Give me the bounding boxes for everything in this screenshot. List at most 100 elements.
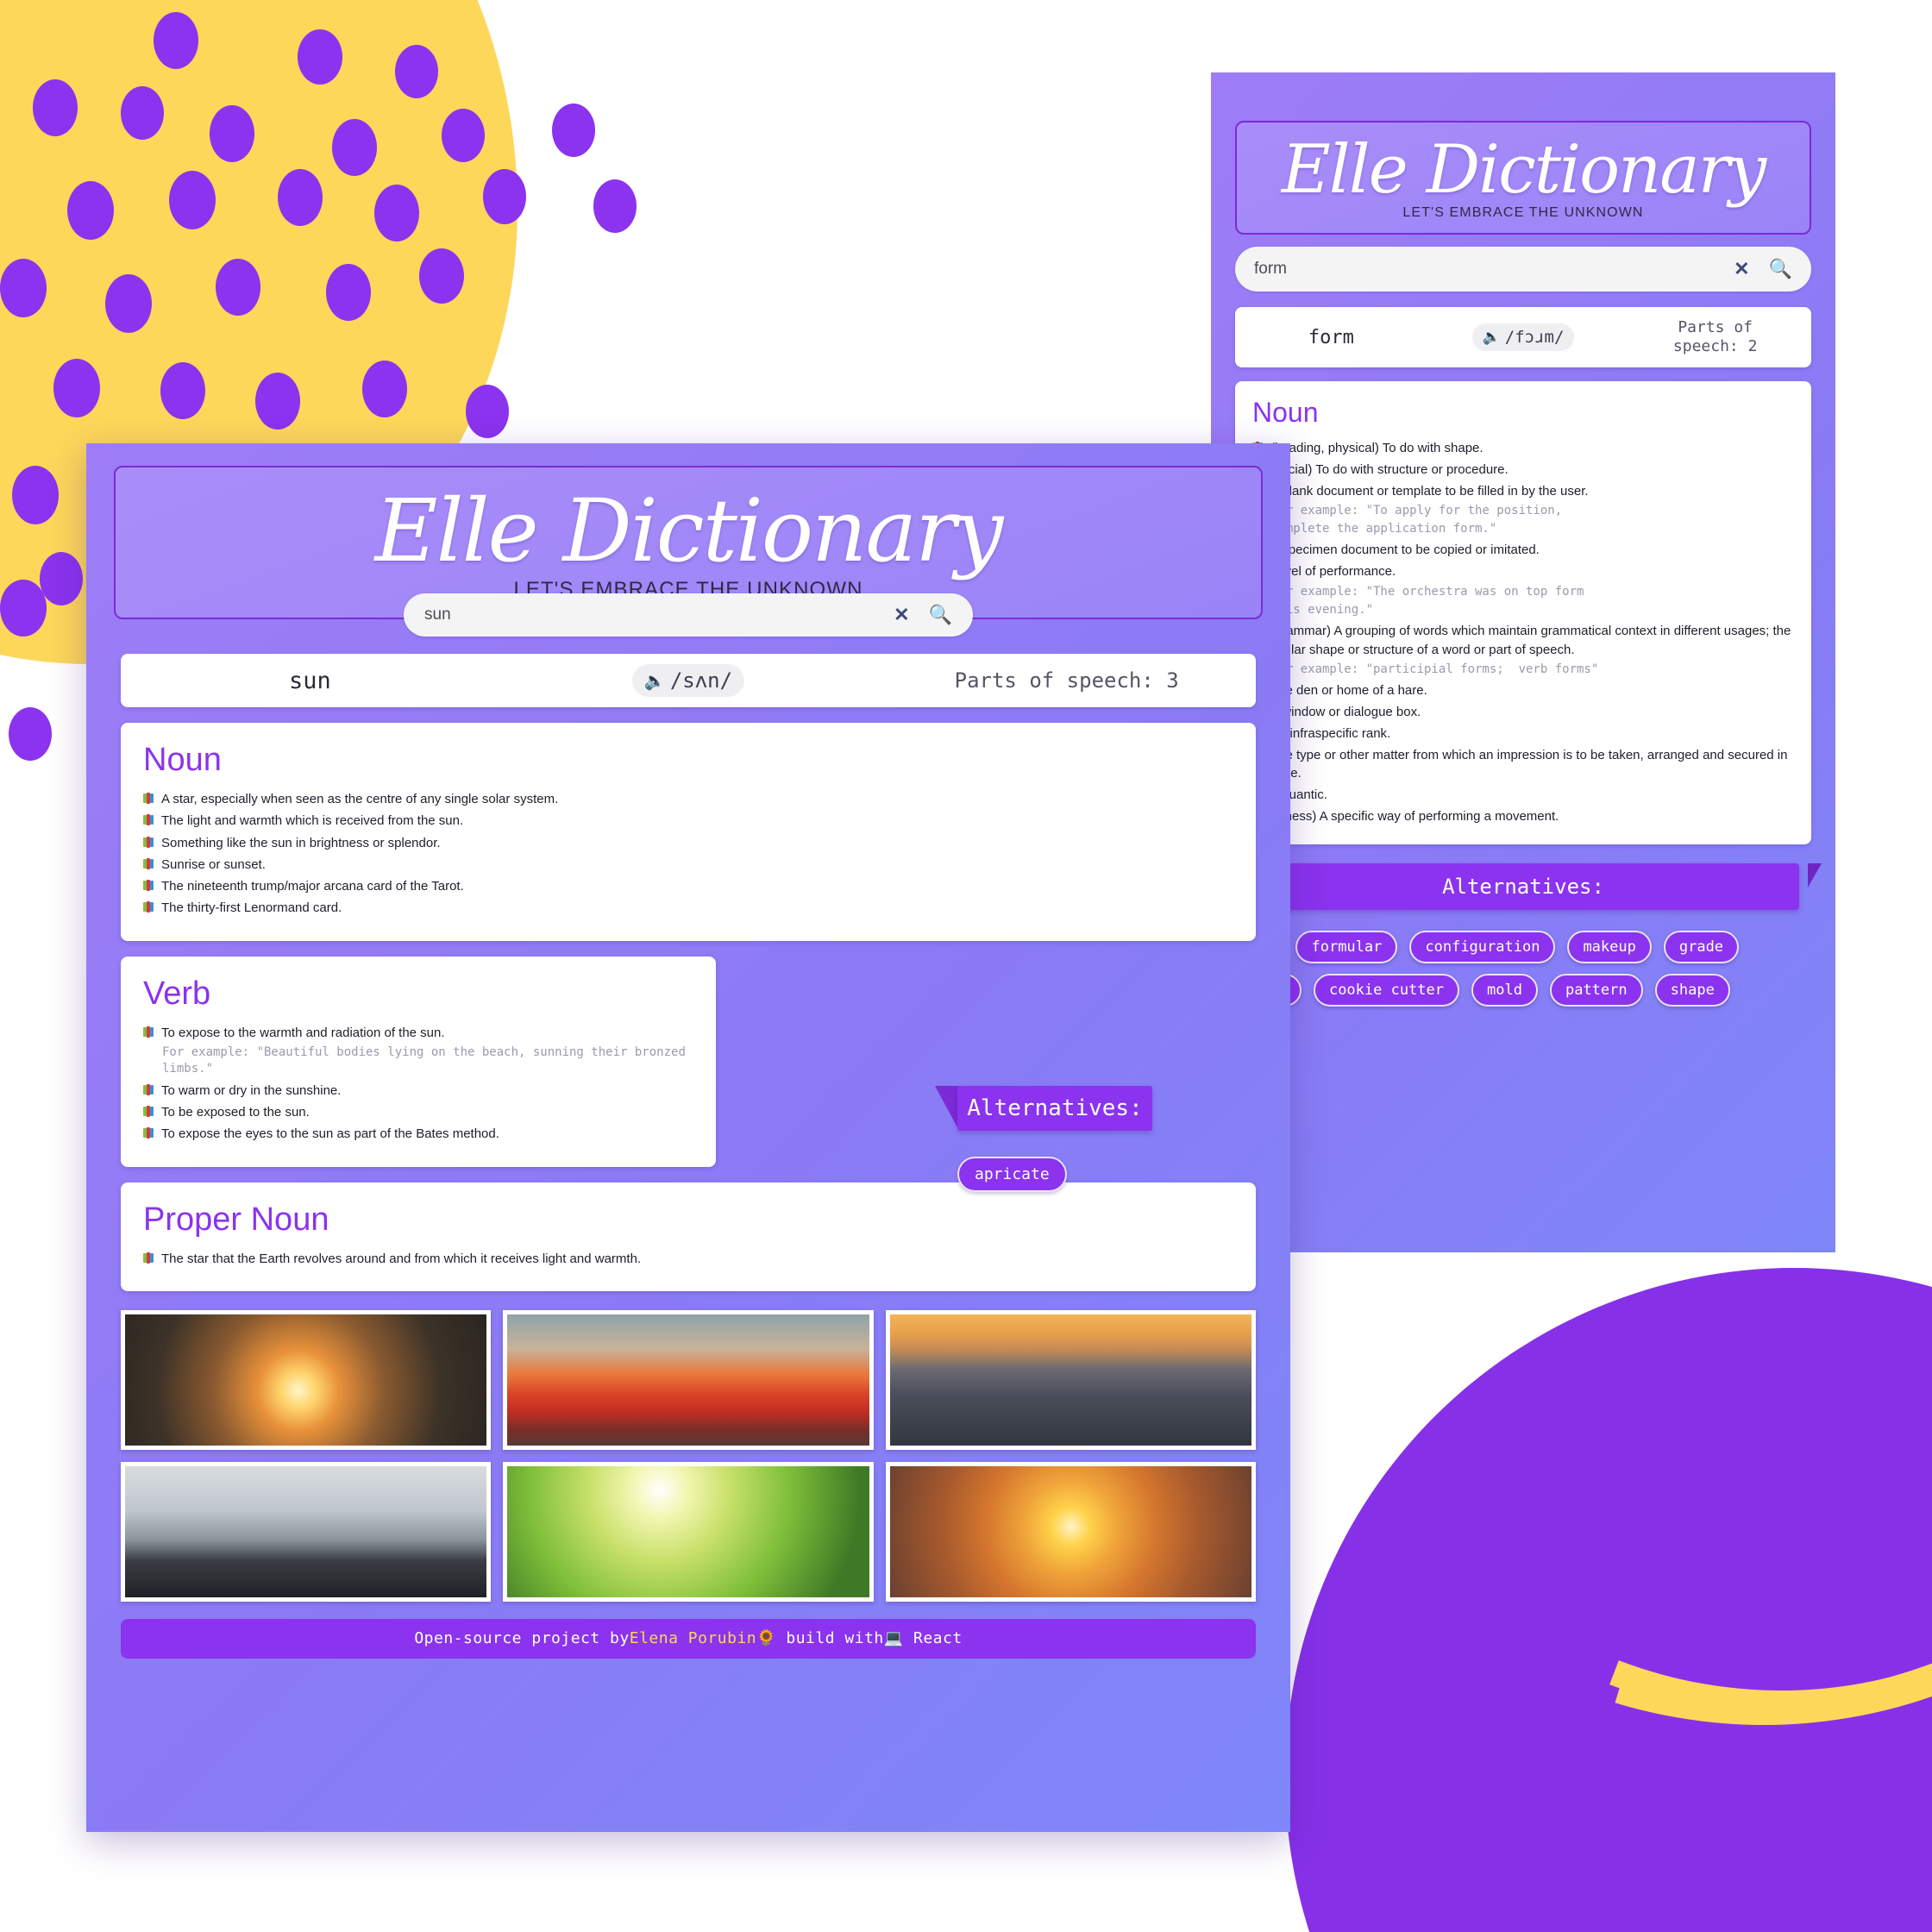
pronunciation-cell[interactable]: 🔈 /fɔɹm/ <box>1427 323 1620 351</box>
definition-item: The type or other matter from which an i… <box>1252 746 1794 784</box>
bullet-book-icon <box>143 1026 158 1038</box>
definition-text: The light and warmth which is received f… <box>161 813 464 829</box>
pronunciation-cell-main[interactable]: 🔈 /sʌn/ <box>499 664 878 697</box>
bullet-book-icon <box>143 901 158 913</box>
alternatives-chip-list-form: f.formularconfigurationmakeupgradecastco… <box>1235 930 1811 1007</box>
alternatives-chip-list-main: apricate <box>957 1157 1242 1192</box>
definition-text: The thirty-first Lenormand card. <box>161 900 342 916</box>
definition-item: (social) To do with structure or procedu… <box>1252 461 1794 480</box>
definition-item: Level of performance.For example: "The o… <box>1252 562 1794 619</box>
search-icon[interactable]: 🔍 <box>1769 260 1792 279</box>
footer-mid: 🌻 build with <box>756 1629 884 1648</box>
pos-card: Proper Noun The star that the Earth revol… <box>121 1182 1256 1291</box>
image-golden-sunset-over-mountains <box>889 1465 1251 1597</box>
image-thumbnail[interactable] <box>503 1461 874 1602</box>
definitions-container-form: Noun (heading, physical) To do with shape… <box>1235 381 1811 844</box>
bullet-book-icon <box>143 1106 158 1118</box>
phonetic-text-main: /sʌn/ <box>669 668 733 693</box>
image-thumbnail[interactable] <box>121 1461 492 1602</box>
alternatives-label-form: Alternatives: <box>1247 862 1799 910</box>
definition-text: (social) To do with structure or procedu… <box>1270 461 1509 477</box>
image-thumbnail[interactable] <box>885 1461 1256 1602</box>
image-thumbnail[interactable] <box>503 1309 874 1450</box>
definition-item: The thirty-first Lenormand card. <box>143 900 1233 917</box>
alternative-chip[interactable]: grade <box>1663 930 1740 963</box>
definition-item: (heading, physical) To do with shape. <box>1252 439 1794 458</box>
definition-text: To expose the eyes to the sun as part of… <box>161 1126 499 1142</box>
definition-item: A window or dialogue box. <box>1252 703 1794 722</box>
definition-text: (fitness) A specific way of performing a… <box>1270 808 1559 824</box>
word-title: form <box>1308 326 1354 348</box>
brand-logo-main: Elle Dictionary <box>374 480 1004 581</box>
definitions-container-main: Noun A star, especially when seen as the … <box>121 723 1256 1291</box>
pos-title: Noun <box>1252 397 1319 428</box>
definition-example: For example: "To apply for the position,… <box>1271 504 1563 536</box>
definition-item: An infraspecific rank. <box>1252 724 1794 743</box>
search-bar-main[interactable]: sun ✕ 🔍 <box>404 593 973 637</box>
definition-text: A star, especially when seen as the cent… <box>161 792 559 806</box>
alternative-chip[interactable]: shape <box>1654 973 1730 1007</box>
close-icon[interactable]: ✕ <box>894 604 909 626</box>
definition-text: (heading, physical) To do with shape. <box>1270 441 1484 455</box>
definition-item: A star, especially when seen as the cent… <box>143 791 1233 808</box>
image-thumbnail[interactable] <box>121 1309 492 1450</box>
image-sunlit-meadow-with-daisies <box>507 1465 869 1597</box>
bullet-book-icon <box>143 857 158 869</box>
image-blurred-red-sunset-horizon <box>507 1314 869 1446</box>
definition-text: To be exposed to the sun. <box>161 1105 310 1120</box>
definition-text: A blank document or template to be fille… <box>1270 483 1589 499</box>
brand-logo: Elle Dictionary <box>1281 131 1766 209</box>
definition-list: A star, especially when seen as the cent… <box>143 791 1233 918</box>
alternatives-block-form: Alternatives: f.formularconfigurationmak… <box>1225 862 1822 1007</box>
definition-item: To expose to the warmth and radiation of… <box>143 1025 693 1078</box>
definition-item: The star that the Earth revolves around … <box>143 1251 1233 1268</box>
bullet-book-icon <box>143 836 158 848</box>
search-bar-form[interactable]: form ✕ 🔍 <box>1235 247 1811 292</box>
pos-card: Noun A star, especially when seen as the … <box>121 723 1256 941</box>
alternatives-label-main: Alternatives: <box>957 1086 1152 1131</box>
definition-example: For example: "participial forms; verb fo… <box>1271 662 1599 677</box>
alternative-chip[interactable]: cookie cutter <box>1313 973 1460 1007</box>
image-ocean-waves-at-sunset <box>889 1314 1251 1446</box>
definition-item: The nineteenth trump/major arcana card o… <box>143 878 1233 895</box>
pos-title: Proper Noun <box>143 1201 329 1238</box>
definition-list: The star that the Earth revolves around … <box>143 1251 1233 1268</box>
phonetic-text: /fɔɹm/ <box>1504 328 1565 347</box>
footer-author[interactable]: Elena Porubin <box>630 1629 756 1647</box>
definition-example: For example: "Beautiful bodies lying on … <box>162 1044 693 1076</box>
footer-pre: Open-source project by <box>414 1629 630 1648</box>
definition-list: (heading, physical) To do with shape. (so… <box>1252 439 1794 826</box>
speaker-icon[interactable]: 🔈 <box>1483 329 1501 346</box>
pos-card: Noun (heading, physical) To do with shape… <box>1235 381 1811 844</box>
alternative-chip[interactable]: formular <box>1295 930 1398 963</box>
parts-of-speech-count-main: Parts of speech: 3 <box>954 668 1179 693</box>
word-summary-row-main: sun 🔈 /sʌn/ Parts of speech: 3 <box>121 654 1256 707</box>
alternative-chip[interactable]: mold <box>1471 973 1538 1007</box>
definition-list: To expose to the warmth and radiation of… <box>143 1025 693 1144</box>
word-title-main: sun <box>288 667 331 694</box>
definition-text: To warm or dry in the sunshine. <box>161 1082 342 1098</box>
definition-text: Something like the sun in brightness or … <box>161 835 441 850</box>
bullet-book-icon <box>143 793 158 804</box>
close-icon[interactable]: ✕ <box>1734 258 1749 280</box>
definition-text: The den or home of a hare. <box>1270 683 1427 699</box>
definition-item: To expose the eyes to the sun as part of… <box>143 1126 693 1143</box>
definition-text: A window or dialogue box. <box>1270 705 1421 719</box>
search-input-main[interactable]: sun <box>424 605 894 624</box>
definition-item: The den or home of a hare. <box>1252 681 1794 700</box>
image-thumbnail[interactable] <box>885 1309 1256 1450</box>
definition-item: Something like the sun in brightness or … <box>143 835 1233 852</box>
footer-tech: 💻 React <box>883 1629 963 1648</box>
search-input-form[interactable]: form <box>1254 260 1734 279</box>
definition-item: To warm or dry in the sunshine. <box>143 1082 693 1100</box>
alternative-chip[interactable]: pattern <box>1549 973 1643 1007</box>
word-summary-row-form: form 🔈 /fɔɹm/ Parts of speech: 2 <box>1235 307 1811 367</box>
alternatives-block-main: Alternatives: apricate <box>935 1086 1242 1192</box>
alternative-chip[interactable]: configuration <box>1409 930 1556 963</box>
definition-item: The light and warmth which is received f… <box>143 812 1233 830</box>
speaker-icon[interactable]: 🔈 <box>644 670 666 691</box>
search-icon[interactable]: 🔍 <box>929 605 952 624</box>
dictionary-window-form: Elle Dictionary LET'S EMBRACE THE UNKNOW… <box>1211 72 1835 1252</box>
alternative-chip[interactable]: apricate <box>957 1157 1067 1192</box>
alternative-chip[interactable]: makeup <box>1567 930 1652 963</box>
